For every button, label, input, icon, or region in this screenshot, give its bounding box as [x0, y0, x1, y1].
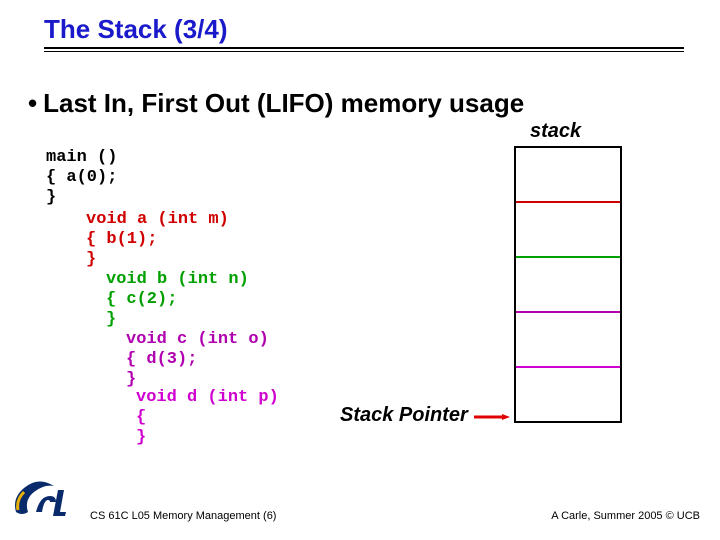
code-main: main () { a(0); } — [46, 148, 117, 208]
slide-title: The Stack (3/4) — [44, 14, 684, 45]
code-b: void b (int n) { c(2); } — [106, 270, 249, 330]
stack-cell-a — [516, 201, 620, 256]
stack-pointer-label: Stack Pointer — [340, 404, 468, 427]
footer-left: CS 61C L05 Memory Management (6) — [90, 510, 276, 522]
bullet-line: •Last In, First Out (LIFO) memory usage — [28, 88, 524, 119]
stack-cell-c — [516, 311, 620, 366]
stack-cell-main — [516, 146, 620, 201]
code-c: void c (int o) { d(3); } — [126, 330, 269, 390]
title-rule-thin — [44, 51, 684, 52]
stack-label: stack — [530, 120, 581, 143]
footer-right: A Carle, Summer 2005 © UCB — [551, 510, 700, 522]
cal-logo — [10, 478, 78, 522]
stack-diagram — [514, 146, 622, 423]
code-a: void a (int m) { b(1); } — [86, 210, 229, 270]
stack-cell-b — [516, 256, 620, 311]
title-block: The Stack (3/4) — [44, 14, 684, 52]
code-d: void d (int p) { } — [136, 388, 279, 448]
bullet-dot: • — [28, 88, 37, 118]
arrow-icon — [474, 414, 510, 420]
stack-cell-d — [516, 366, 620, 421]
title-rule-thick — [44, 47, 684, 49]
bullet-text: Last In, First Out (LIFO) memory usage — [43, 88, 524, 118]
